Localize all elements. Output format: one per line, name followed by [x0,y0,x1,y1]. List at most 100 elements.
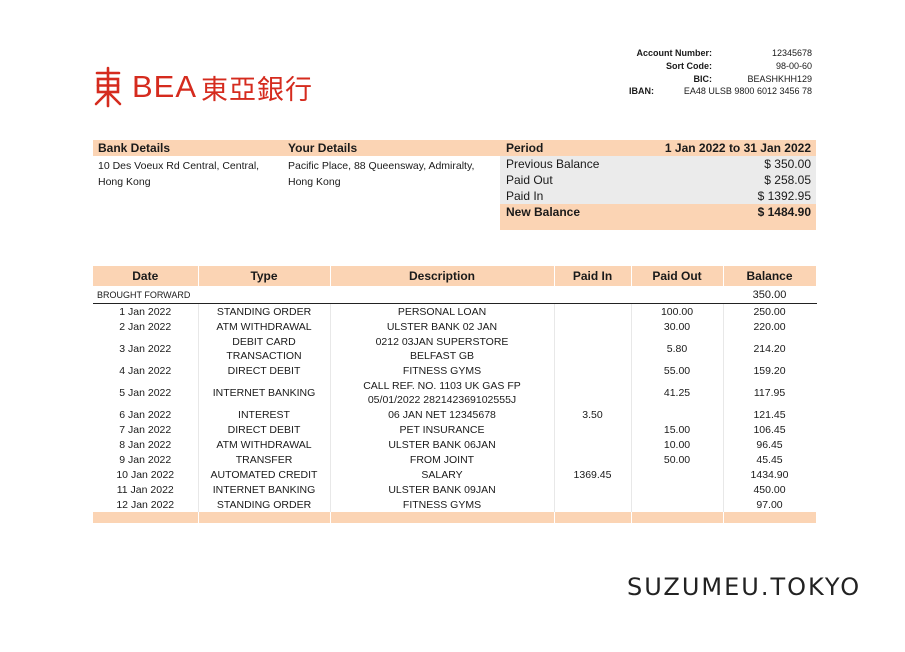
cell-paid-out: 5.80 [631,334,724,363]
customer-address-line: Pacific Place, 88 Queensway, Admiralty, [288,160,475,172]
cell-type: DIRECT DEBIT [198,363,331,378]
column-header-description: Description [330,266,555,286]
cell-paid-in [554,497,632,512]
cell-description: SALARY [330,467,555,482]
bic-value: BEASHKHH129 [747,74,812,84]
table-row: 8 Jan 2022 ATM WITHDRAWAL ULSTER BANK 06JA… [93,437,817,452]
cell-paid-out [631,497,724,512]
table-row: 9 Jan 2022 TRANSFER FROM JOINT 50.00 45.45 [93,452,817,467]
new-balance-value: $ 1484.90 [757,205,811,219]
paid-in-label: Paid In [506,189,544,203]
transactions-table: Date Type Description Paid In Paid Out B… [93,266,817,523]
cell-paid-in [554,334,632,363]
previous-balance-row: Previous Balance $ 350.00 [500,156,816,172]
cell-balance: 97.00 [723,497,817,512]
table-header-row: Date Type Description Paid In Paid Out B… [93,266,817,286]
cell-date: 11 Jan 2022 [93,482,199,497]
brand-chinese-name: 東亞銀行 [201,74,314,106]
cell-type: AUTOMATED CREDIT [198,467,331,482]
sort-code-value: 98-00-60 [775,61,812,71]
cell-paid-in [554,422,632,437]
column-header-paid-in: Paid In [554,266,632,286]
brand-latin-name: BEA [132,69,198,104]
cell-paid-in [554,452,632,467]
cell-paid-in: 1369.45 [554,467,632,482]
cell-paid-out: 30.00 [631,319,724,334]
cell-type: STANDING ORDER [198,497,331,512]
cell-description: FITNESS GYMS [330,497,555,512]
cell-description: ULSTER BANK 06JAN [330,437,555,452]
footer-cell [554,512,632,523]
iban-value: EA48 ULSB 9800 6012 3456 78 [683,86,812,96]
period-row: Period 1 Jan 2022 to 31 Jan 2022 [500,140,816,156]
cell-paid-in [554,319,632,334]
sort-code-label: Sort Code: [666,61,712,71]
table-row: 12 Jan 2022 STANDING ORDER FITNESS GYMS 97.… [93,497,817,512]
cell-description: CALL REF. NO. 1103 UK GAS FP 05/01/2022 2… [330,378,555,407]
bank-address-line: Hong Kong [98,176,151,188]
period-range: 1 Jan 2022 to 31 Jan 2022 [664,141,811,155]
new-balance-label: New Balance [506,205,581,219]
table-footer-row [93,512,817,523]
cell-paid-in [554,303,632,319]
new-balance-row: New Balance $ 1484.90 [500,204,816,220]
cell-date: 8 Jan 2022 [93,437,199,452]
table-row: 3 Jan 2022 DEBIT CARD TRANSACTION 0212 03JA… [93,334,817,363]
period-summary: Period 1 Jan 2022 to 31 Jan 2022 Previou… [500,140,816,230]
table-row: 6 Jan 2022 INTEREST 06 JAN NET 12345678 3.5… [93,407,817,422]
your-details-heading: Your Details [283,140,500,156]
cell-date: 6 Jan 2022 [93,407,199,422]
table-row: 4 Jan 2022 DIRECT DEBIT FITNESS GYMS 55.00 1… [93,363,817,378]
account-labels: Account Number: Sort Code: BIC: [612,47,712,86]
brought-forward-balance: 350.00 [723,286,817,304]
customer-address: Pacific Place, 88 Queensway, Admiralty, … [288,158,498,190]
cell-paid-out: 41.25 [631,378,724,407]
cell-description: 06 JAN NET 12345678 [330,407,555,422]
cell-paid-out: 55.00 [631,363,724,378]
cell-date: 5 Jan 2022 [93,378,199,407]
cell-paid-out: 15.00 [631,422,724,437]
cell-paid-out [631,467,724,482]
cell-type: INTEREST [198,407,331,422]
cell-date: 10 Jan 2022 [93,467,199,482]
cell-type: STANDING ORDER [198,303,331,319]
cell-paid-out: 10.00 [631,437,724,452]
table-row: 10 Jan 2022 AUTOMATED CREDIT SALARY 1369.45… [93,467,817,482]
cell-paid-out [631,482,724,497]
footer-cell [330,512,555,523]
cell-type: ATM WITHDRAWAL [198,437,331,452]
bank-address-line: 10 Des Voeux Rd Central, Central, [98,160,260,172]
table-row: 11 Jan 2022 INTERNET BANKING ULSTER BANK 0… [93,482,817,497]
cell-balance: 220.00 [723,319,817,334]
cell-type: INTERNET BANKING [198,482,331,497]
column-header-balance: Balance [723,266,817,286]
cell-balance: 45.45 [723,452,817,467]
cell-paid-out: 100.00 [631,303,724,319]
cell-balance: 106.45 [723,422,817,437]
cell-paid-in [554,378,632,407]
cell-description: PET INSURANCE [330,422,555,437]
customer-address-line: Hong Kong [288,176,341,188]
watermark-text: SUZUMEU.TOKYO [627,573,862,601]
cell-balance: 117.95 [723,378,817,407]
bank-details-heading: Bank Details [93,140,288,156]
table-row: 2 Jan 2022 ATM WITHDRAWAL ULSTER BANK 02 J… [93,319,817,334]
paid-out-value: $ 258.05 [764,173,811,187]
cell-date: 9 Jan 2022 [93,452,199,467]
cell-date: 2 Jan 2022 [93,319,199,334]
iban-label: IBAN: [629,86,654,96]
paid-in-row: Paid In $ 1392.95 [500,188,816,204]
column-header-type: Type [198,266,331,286]
cell-type: TRANSFER [198,452,331,467]
footer-cell [631,512,724,523]
cell-type: DIRECT DEBIT [198,422,331,437]
bea-emblem-icon [94,66,122,108]
cell-paid-in [554,363,632,378]
cell-balance: 121.45 [723,407,817,422]
cell-date: 3 Jan 2022 [93,334,199,363]
cell-description: FROM JOINT [330,452,555,467]
cell-date: 1 Jan 2022 [93,303,199,319]
footer-cell [723,512,817,523]
table-row: 7 Jan 2022 DIRECT DEBIT PET INSURANCE 15.00… [93,422,817,437]
column-header-date: Date [93,266,199,286]
